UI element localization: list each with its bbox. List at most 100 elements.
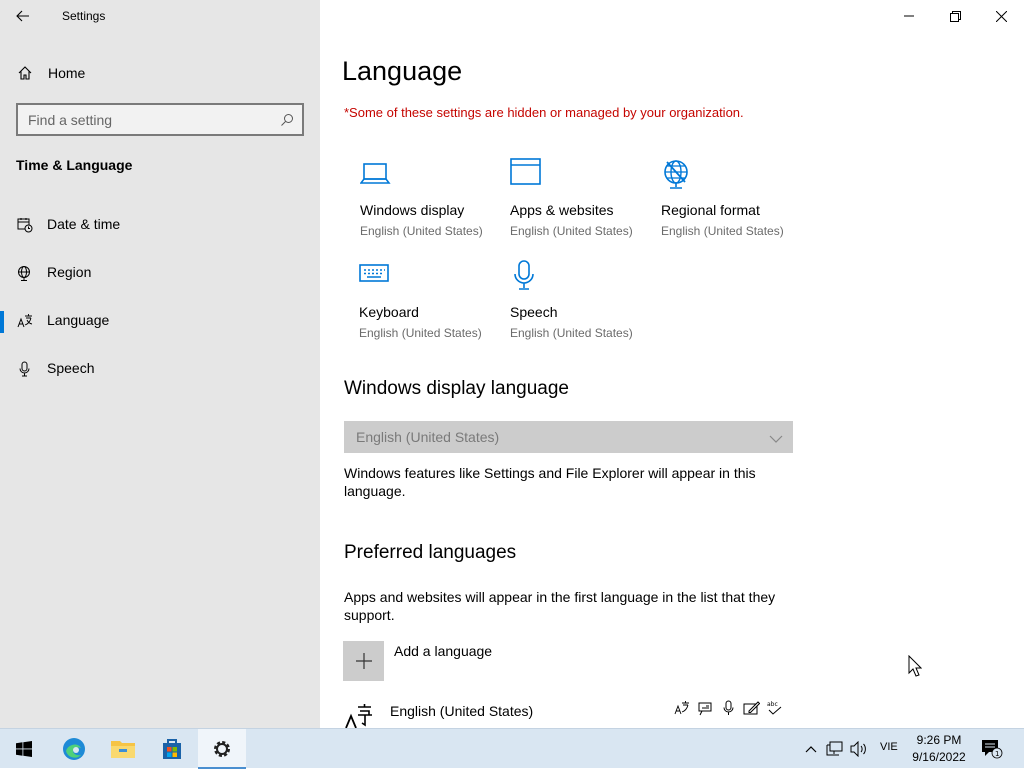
tile-regional-format[interactable]: Regional format English (United States) xyxy=(661,158,801,248)
tile-subtitle: English (United States) xyxy=(510,224,633,238)
mouse-cursor-icon xyxy=(908,654,923,682)
taskbar-edge[interactable] xyxy=(50,729,98,769)
tile-title: Apps & websites xyxy=(510,202,614,218)
chevron-down-icon xyxy=(769,431,783,449)
microphone-icon xyxy=(510,260,542,297)
sidebar-item-date-time[interactable]: Date & time xyxy=(0,205,320,245)
sidebar: Settings Home Find a setting Time & Lang… xyxy=(0,0,320,728)
settings-icon xyxy=(214,741,230,757)
sidebar-item-region[interactable]: Region xyxy=(0,253,320,293)
tile-title: Windows display xyxy=(360,202,465,218)
chevron-up-icon xyxy=(805,746,817,753)
app-title: Settings xyxy=(62,9,106,23)
minimize-button[interactable] xyxy=(886,0,932,32)
show-hidden-icons-button[interactable] xyxy=(800,729,822,769)
clock-time: 9:26 PM xyxy=(916,733,962,747)
language-name: English (United States) xyxy=(390,703,534,719)
notification-count: 1 xyxy=(995,750,999,758)
action-center-button[interactable]: 1 xyxy=(978,729,1006,769)
tile-title: Keyboard xyxy=(359,304,419,320)
sidebar-item-speech[interactable]: Speech xyxy=(0,349,320,389)
clock[interactable]: 9:26 PM 9/16/2022 xyxy=(908,732,970,766)
globe-icon xyxy=(17,265,33,286)
search-placeholder: Find a setting xyxy=(28,112,113,128)
language-features: abc xyxy=(674,700,783,716)
network-icon xyxy=(826,741,843,756)
page-title: Language xyxy=(342,56,463,86)
window-controls xyxy=(886,0,1024,32)
tile-title: Regional format xyxy=(661,202,760,218)
selection-indicator xyxy=(0,311,4,333)
calendar-clock-icon xyxy=(17,217,33,238)
tile-keyboard[interactable]: Keyboard English (United States) xyxy=(359,260,499,350)
settings-window: Settings Home Find a setting Time & Lang… xyxy=(0,0,1024,728)
language-list-item[interactable]: English (United States) abc xyxy=(344,698,784,728)
tile-subtitle: English (United States) xyxy=(359,326,482,340)
sidebar-item-label: Date & time xyxy=(47,216,121,232)
volume-icon xyxy=(850,741,866,757)
back-arrow-icon xyxy=(16,10,29,22)
file-explorer-icon xyxy=(111,741,135,758)
clock-date: 9/16/2022 xyxy=(912,750,966,764)
tile-speech[interactable]: Speech English (United States) xyxy=(510,260,650,350)
volume-tray[interactable] xyxy=(848,729,870,769)
sidebar-item-label: Speech xyxy=(47,360,95,376)
taskbar-file-explorer[interactable] xyxy=(99,729,147,769)
add-language-label[interactable]: Add a language xyxy=(394,643,492,659)
start-button[interactable] xyxy=(0,729,48,769)
taskbar-settings[interactable] xyxy=(198,729,246,769)
tile-subtitle: English (United States) xyxy=(510,326,633,340)
search-input[interactable]: Find a setting xyxy=(16,103,304,136)
regional-globe-icon xyxy=(661,158,693,195)
speech-icon xyxy=(723,700,734,715)
back-button[interactable] xyxy=(10,4,36,28)
plus-icon xyxy=(355,653,372,669)
tile-subtitle: English (United States) xyxy=(360,224,483,238)
display-language-description: Windows features like Settings and File … xyxy=(344,465,756,499)
restore-button[interactable] xyxy=(932,0,978,32)
microphone-icon xyxy=(17,361,33,382)
taskbar-store[interactable] xyxy=(148,729,196,769)
home-label: Home xyxy=(48,65,86,81)
section-title: Time & Language xyxy=(16,157,133,173)
windows-start-icon xyxy=(16,741,32,757)
close-button[interactable] xyxy=(978,0,1024,32)
search-icon[interactable] xyxy=(280,113,294,132)
store-icon xyxy=(163,739,181,759)
text-to-speech-icon xyxy=(698,702,712,716)
tile-title: Speech xyxy=(510,304,558,320)
language-character-icon xyxy=(344,704,374,728)
sidebar-item-language[interactable]: Language xyxy=(0,301,320,341)
input-language-indicator[interactable]: VIE xyxy=(880,741,898,753)
close-icon xyxy=(995,10,1007,22)
display-language-dropdown[interactable]: English (United States) xyxy=(344,421,793,453)
sidebar-item-home[interactable]: Home xyxy=(0,56,320,90)
sidebar-item-label: Language xyxy=(47,312,110,328)
tile-subtitle: English (United States) xyxy=(661,224,784,238)
preferred-languages-description: Apps and websites will appear in the fir… xyxy=(344,589,776,623)
network-tray[interactable] xyxy=(823,729,847,769)
display-language-icon xyxy=(674,701,689,715)
tile-apps-websites[interactable]: Apps & websites English (United States) xyxy=(510,158,650,248)
handwriting-icon xyxy=(743,701,760,715)
title-bar: Settings xyxy=(0,0,320,32)
edge-icon xyxy=(63,738,85,760)
home-icon xyxy=(17,65,33,86)
minimize-icon xyxy=(904,15,914,17)
window-icon xyxy=(510,158,542,193)
language-icon xyxy=(17,313,33,334)
add-language-button[interactable] xyxy=(343,641,384,681)
sidebar-item-label: Region xyxy=(47,264,92,280)
display-language-heading: Windows display language xyxy=(344,378,569,399)
main-content: Language *Some of these settings are hid… xyxy=(320,0,1024,728)
notification-icon: 1 xyxy=(982,740,1003,759)
dropdown-value: English (United States) xyxy=(356,429,500,445)
tile-windows-display[interactable]: Windows display English (United States) xyxy=(359,158,500,248)
laptop-icon xyxy=(359,158,392,193)
keyboard-icon xyxy=(359,260,391,295)
restore-icon xyxy=(949,10,961,22)
svg-text:abc: abc xyxy=(767,701,778,708)
preferred-languages-heading: Preferred languages xyxy=(344,542,517,563)
spelling-icon: abc xyxy=(767,701,782,715)
managed-warning: *Some of these settings are hidden or ma… xyxy=(344,105,744,120)
